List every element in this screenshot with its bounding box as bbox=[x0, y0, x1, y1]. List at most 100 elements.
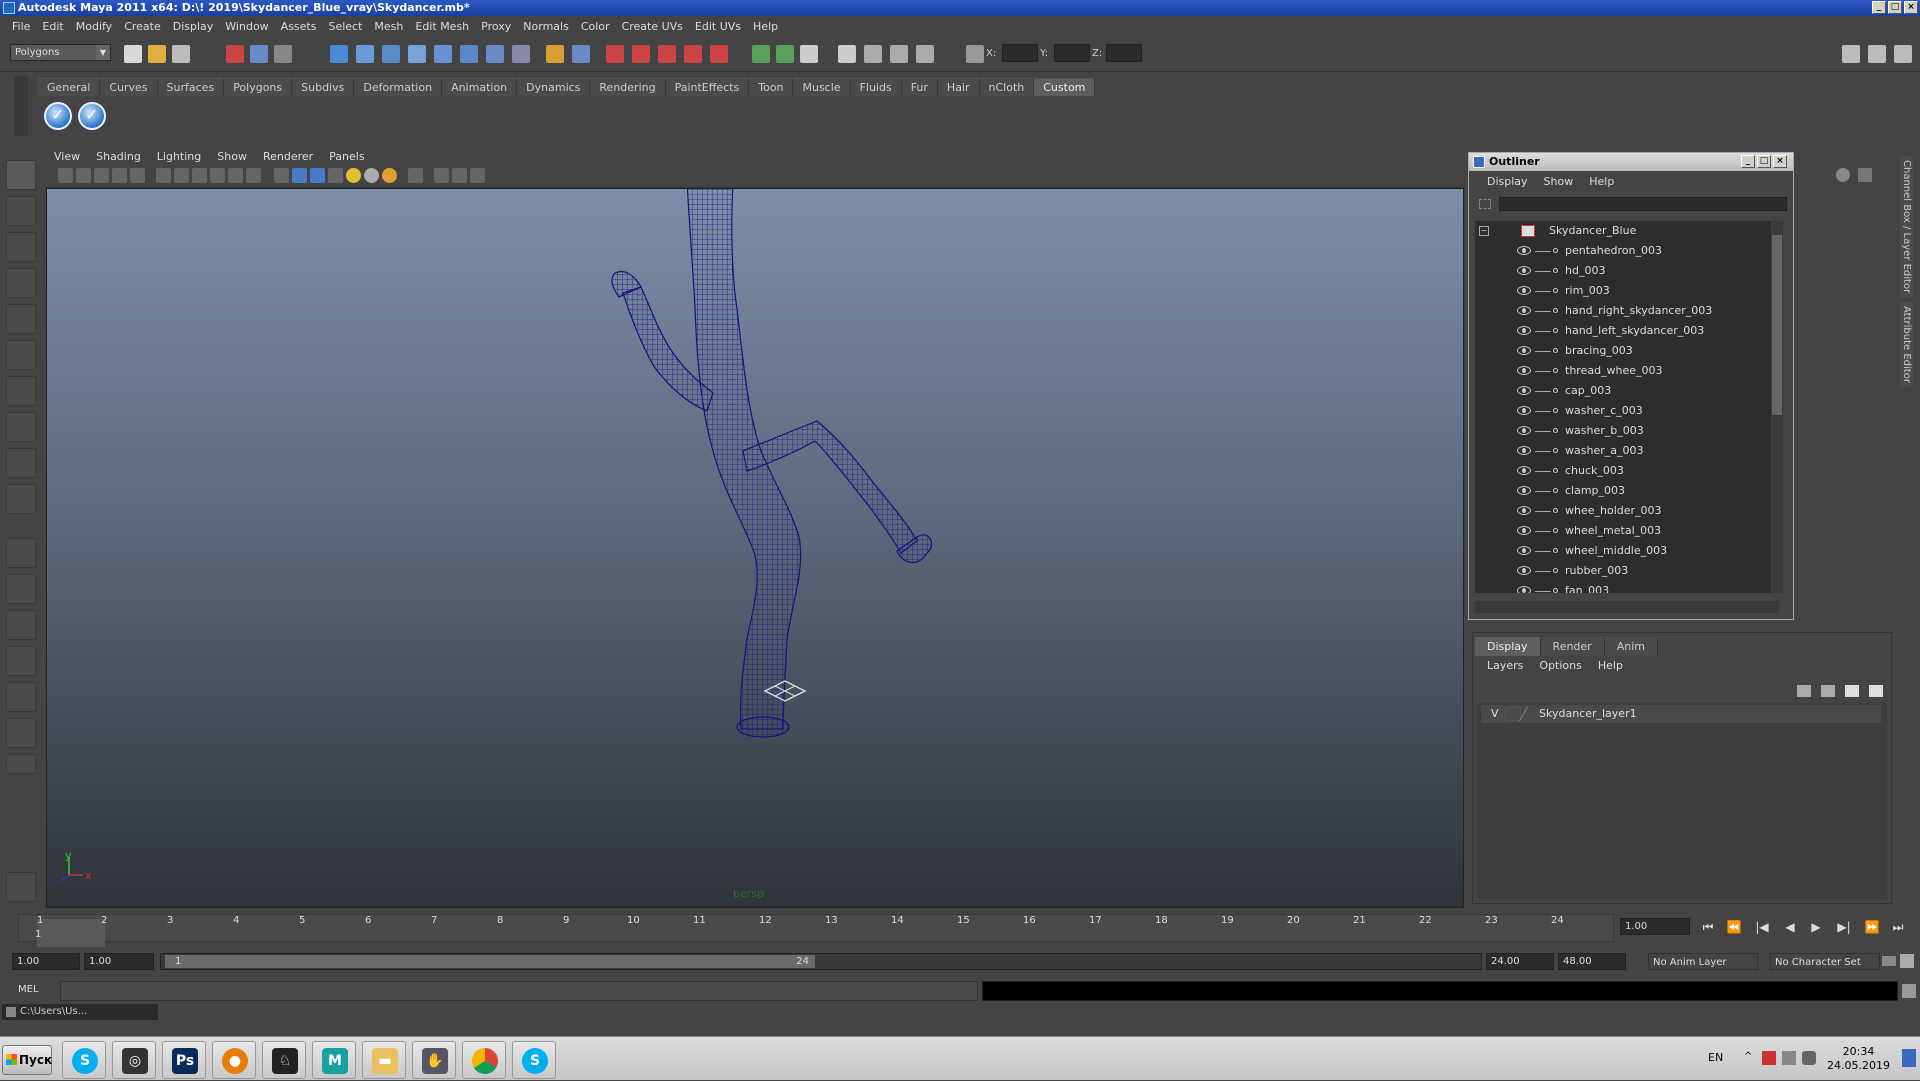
outliner-row[interactable]: thread_whee_003 bbox=[1475, 361, 1779, 381]
outliner-row[interactable]: chuck_003 bbox=[1475, 461, 1779, 481]
lock-selection-icon[interactable] bbox=[546, 45, 564, 63]
select-dynamic-icon[interactable] bbox=[460, 45, 478, 63]
lasso-tool-icon[interactable] bbox=[6, 196, 36, 226]
quick-layout-icon[interactable] bbox=[6, 872, 36, 902]
smooth-shade-icon[interactable] bbox=[292, 168, 307, 183]
scale-tool-icon[interactable] bbox=[6, 340, 36, 370]
menu-select[interactable]: Select bbox=[322, 20, 368, 33]
move-layer-down-icon[interactable] bbox=[1821, 685, 1835, 697]
layer-visibility-toggle[interactable]: V bbox=[1491, 705, 1499, 723]
persp-outliner-layout-icon[interactable] bbox=[6, 610, 36, 640]
range-bar[interactable]: 1 24 bbox=[160, 953, 1482, 970]
outliner-row[interactable]: pentahedron_003 bbox=[1475, 241, 1779, 261]
wireframe-on-shaded-icon[interactable] bbox=[310, 168, 325, 183]
outliner-row[interactable]: washer_a_003 bbox=[1475, 441, 1779, 461]
layer-row[interactable]: V Skydancer_layer1 bbox=[1481, 705, 1881, 723]
select-deformer-icon[interactable] bbox=[434, 45, 452, 63]
select-misc-icon[interactable] bbox=[512, 45, 530, 63]
playback-start-field[interactable]: 1.00 bbox=[84, 953, 154, 970]
camera-attributes-icon[interactable] bbox=[94, 168, 109, 183]
safe-action-icon[interactable] bbox=[246, 168, 261, 183]
outliner-menu-display[interactable]: Display bbox=[1479, 175, 1536, 188]
auto-key-icon[interactable] bbox=[1882, 956, 1896, 966]
filter-icon[interactable] bbox=[1479, 199, 1491, 209]
taskbar-app[interactable]: ♘ bbox=[262, 1041, 306, 1079]
outliner-row[interactable]: rubber_003 bbox=[1475, 561, 1779, 581]
animation-end-field[interactable]: 48.00 bbox=[1558, 953, 1626, 970]
universal-manipulator-icon[interactable] bbox=[6, 376, 36, 406]
y-input[interactable] bbox=[1054, 44, 1090, 62]
range-thumb[interactable]: 1 24 bbox=[165, 955, 815, 968]
menu-proxy[interactable]: Proxy bbox=[475, 20, 517, 33]
perspective-viewport[interactable]: y x persp bbox=[46, 188, 1464, 908]
taskbar-skype[interactable]: S bbox=[62, 1041, 106, 1079]
shelf-tab-surfaces[interactable]: Surfaces bbox=[157, 78, 225, 96]
script-editor-icon[interactable] bbox=[1902, 984, 1916, 998]
shelf-tab-muscle[interactable]: Muscle bbox=[793, 78, 851, 96]
gate-mask-icon[interactable] bbox=[210, 168, 225, 183]
viewport-menu-view[interactable]: View bbox=[46, 150, 88, 163]
ipr-render-icon[interactable] bbox=[890, 45, 908, 63]
outliner-root-row[interactable]: − Skydancer_Blue bbox=[1475, 221, 1779, 241]
xray-joints-icon[interactable] bbox=[452, 168, 467, 183]
menu-window[interactable]: Window bbox=[219, 20, 274, 33]
layer-menu-layers[interactable]: Layers bbox=[1479, 659, 1531, 672]
shelf-tab-custom[interactable]: Custom bbox=[1034, 78, 1096, 96]
bookmarks-icon[interactable] bbox=[112, 168, 127, 183]
grid-icon[interactable] bbox=[156, 168, 171, 183]
shelf-tab-general[interactable]: General bbox=[38, 78, 101, 96]
outliner-minimize-button[interactable]: _ bbox=[1741, 155, 1755, 168]
shelf-tab-painteffects[interactable]: PaintEffects bbox=[665, 78, 750, 96]
menu-edit[interactable]: Edit bbox=[36, 20, 69, 33]
close-button[interactable]: × bbox=[1904, 1, 1918, 14]
step-forward-key-icon[interactable]: ▶| bbox=[1836, 920, 1852, 934]
current-time-field[interactable]: 1.00 bbox=[1620, 918, 1690, 935]
minimized-window[interactable]: C:\Users\Us... bbox=[2, 1004, 158, 1020]
xray-icon[interactable] bbox=[434, 168, 449, 183]
channel-box-tool-icon[interactable] bbox=[1858, 168, 1872, 182]
move-tool-icon[interactable] bbox=[6, 268, 36, 298]
shelf-tab-subdivs[interactable]: Subdivs bbox=[292, 78, 355, 96]
highlight-selection-icon[interactable] bbox=[572, 45, 590, 63]
x-input[interactable] bbox=[1002, 44, 1038, 62]
viewport-menu-renderer[interactable]: Renderer bbox=[255, 150, 321, 163]
outliner-row[interactable]: rim_003 bbox=[1475, 281, 1779, 301]
go-to-start-icon[interactable]: ⏮ bbox=[1700, 920, 1716, 934]
outliner-close-button[interactable]: × bbox=[1773, 155, 1787, 168]
viewport-menu-shading[interactable]: Shading bbox=[88, 150, 149, 163]
snap-to-grid-icon[interactable] bbox=[606, 45, 624, 63]
layout-expand-icon[interactable] bbox=[6, 754, 36, 774]
film-gate-icon[interactable] bbox=[174, 168, 189, 183]
open-scene-icon[interactable] bbox=[148, 45, 166, 63]
toggle-channel-box-icon[interactable] bbox=[1894, 45, 1912, 63]
soft-mod-tool-icon[interactable] bbox=[6, 412, 36, 442]
shelf-tab-toon[interactable]: Toon bbox=[749, 78, 794, 96]
outliner-row[interactable]: clamp_003 bbox=[1475, 481, 1779, 501]
volume-icon[interactable] bbox=[1802, 1051, 1816, 1065]
mel-label[interactable]: MEL bbox=[18, 984, 39, 995]
layer-tab-render[interactable]: Render bbox=[1540, 637, 1605, 656]
outliner-row[interactable]: cap_003 bbox=[1475, 381, 1779, 401]
select-by-object-icon[interactable] bbox=[250, 45, 268, 63]
new-scene-icon[interactable] bbox=[124, 45, 142, 63]
time-slider[interactable]: 1 2 3 4 5 6 7 8 9 10 11 12 13 14 15 16 1… bbox=[0, 910, 1920, 948]
taskbar-skype-2[interactable]: S bbox=[512, 1041, 556, 1079]
go-to-end-icon[interactable]: ⏭ bbox=[1890, 920, 1906, 934]
select-by-component-icon[interactable] bbox=[274, 45, 292, 63]
layer-menu-help[interactable]: Help bbox=[1590, 659, 1631, 672]
layer-menu-options[interactable]: Options bbox=[1531, 659, 1589, 672]
show-desktop-icon[interactable] bbox=[1902, 1049, 1916, 1067]
select-joint-icon[interactable] bbox=[356, 45, 374, 63]
outliner-search-input[interactable] bbox=[1499, 197, 1787, 211]
textured-icon[interactable] bbox=[328, 168, 343, 183]
taskbar-explorer[interactable]: ▬ bbox=[362, 1041, 406, 1079]
maximize-button[interactable]: □ bbox=[1888, 1, 1902, 14]
outliner-maximize-button[interactable]: □ bbox=[1757, 155, 1771, 168]
select-render-icon[interactable] bbox=[486, 45, 504, 63]
select-camera-icon[interactable] bbox=[58, 168, 73, 183]
shelf-tab-fur[interactable]: Fur bbox=[901, 78, 938, 96]
play-backwards-icon[interactable]: ◀ bbox=[1782, 920, 1798, 934]
menu-mesh[interactable]: Mesh bbox=[368, 20, 409, 33]
menu-file[interactable]: File bbox=[6, 20, 36, 33]
attribute-editor-tab[interactable]: Attribute Editor bbox=[1900, 302, 1913, 387]
